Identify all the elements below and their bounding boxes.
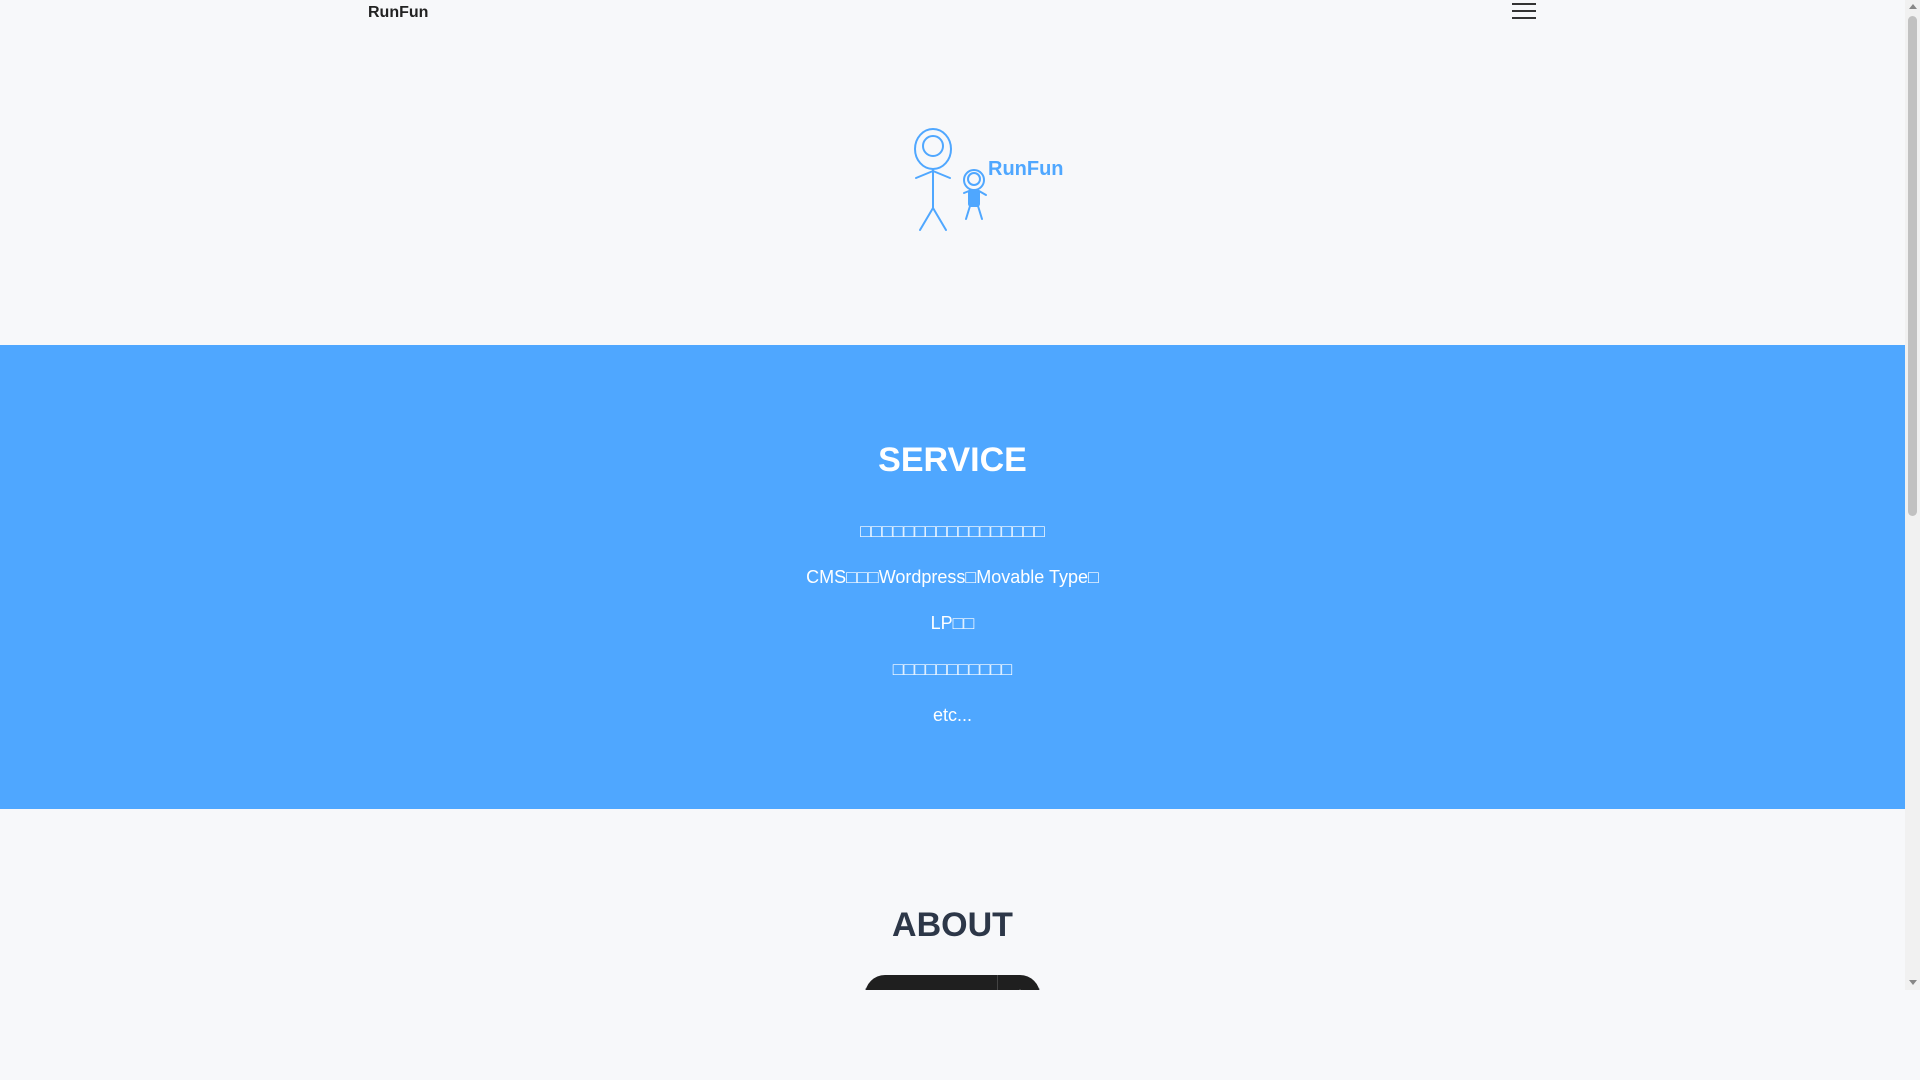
service-item: LP□□ bbox=[930, 613, 975, 633]
hamburger-line bbox=[1512, 10, 1536, 12]
page-content: RunFun RunFun SERVICE □□□□□□□□□□□□□□□□□ … bbox=[0, 0, 1905, 990]
viewport-bottom-area bbox=[0, 990, 1920, 1080]
page: RunFun RunFun SERVICE □□□□□□□□□□□□□□□□□ … bbox=[0, 0, 1920, 1080]
service-heading: SERVICE bbox=[878, 441, 1027, 479]
service-item: □□□□□□□□□□□□□□□□□ bbox=[860, 521, 1045, 541]
scroll-down-arrow-icon[interactable] bbox=[1909, 980, 1917, 985]
about-heading: ABOUT bbox=[892, 906, 1013, 944]
navbar-brand[interactable]: RunFun bbox=[368, 4, 428, 22]
scrollbar-thumb[interactable] bbox=[1908, 16, 1917, 516]
hero-logo bbox=[905, 128, 1065, 234]
stick-figures-parent-child-icon bbox=[914, 128, 987, 231]
vertical-scrollbar[interactable] bbox=[1905, 0, 1920, 990]
hero-brand-text: RunFun bbox=[988, 158, 1064, 180]
hamburger-line bbox=[1512, 17, 1536, 19]
service-list: □□□□□□□□□□□□□□□□□ CMS□□□Wordpress□Movabl… bbox=[0, 520, 1905, 750]
hamburger-line bbox=[1512, 3, 1536, 5]
top-navbar: RunFun bbox=[0, 0, 1905, 30]
about-section: ABOUT □□□□□□□□□□□□□□□□□□ bbox=[0, 809, 1905, 990]
service-item: □□□□□□□□□□□ bbox=[892, 659, 1013, 679]
hamburger-menu-icon[interactable] bbox=[1512, 3, 1536, 21]
service-section: SERVICE □□□□□□□□□□□□□□□□□ CMS□□□Wordpres… bbox=[0, 345, 1905, 809]
service-item: etc... bbox=[932, 705, 972, 725]
scroll-up-arrow-icon[interactable] bbox=[1909, 4, 1917, 9]
service-item: CMS□□□Wordpress□Movable Type□ bbox=[806, 567, 1099, 587]
